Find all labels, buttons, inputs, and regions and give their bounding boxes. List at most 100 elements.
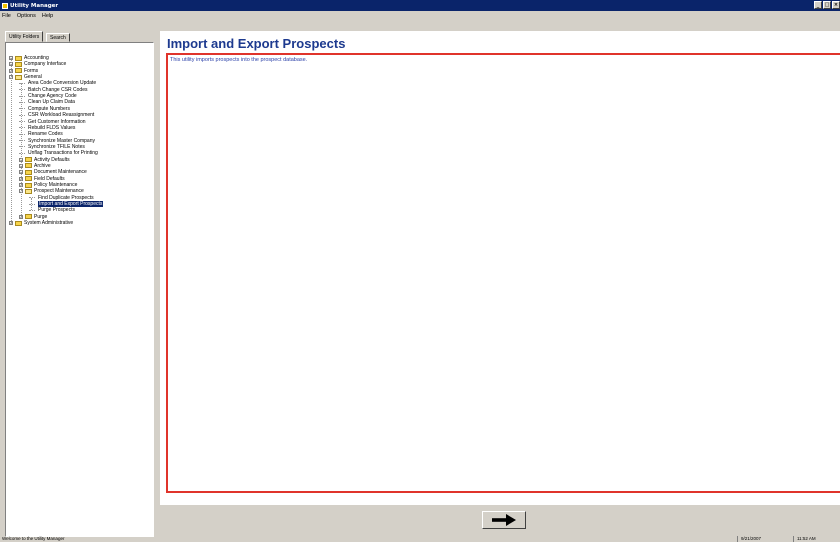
folder-icon [25,169,32,175]
tree-item[interactable]: + Policy Maintenance [19,182,77,188]
utility-tree[interactable]: + Accounting + Company Interface + Forms - Gene… [5,42,154,537]
tree-item[interactable]: Compute Numbers [19,106,70,112]
tree-item-label: Accounting [24,55,49,61]
tree-item[interactable]: + Purge [19,214,47,220]
maximize-button[interactable]: □ [823,1,831,9]
next-button[interactable] [482,511,526,529]
tree-item[interactable]: + Activity Defaults [19,157,70,163]
tree-item-label: Synchronize Master Company [28,137,95,144]
tree-item-label: System Administrative [24,220,74,227]
tree-item[interactable]: Clean Up Claim Data [19,99,75,105]
tree-item-label: General [24,74,42,81]
tree-item-label: Company Interface [24,61,67,68]
tree-guide-line [31,197,32,211]
utility-description: This utility imports prospects into the … [170,57,308,63]
tree-item[interactable]: - General [9,74,42,80]
menu-bar: File Options Help [0,11,840,21]
close-button[interactable]: × [832,1,840,9]
tree-item-label: Activity Defaults [34,156,70,163]
tree-item-label: Archive [34,162,51,169]
tree-item-label: Area Code Conversion Update [28,80,97,87]
folder-icon [25,157,32,163]
tree-item-label: Clean Up Claim Data [28,99,75,106]
left-pane: Utility Folders Search + Accounting + Compa… [5,31,154,537]
tree-connector [19,127,25,129]
tree-guide-line [21,83,22,217]
tree-item[interactable]: Change Agency Code [19,93,77,99]
tree-item[interactable]: + Company Interface [9,61,66,67]
action-bar [160,505,840,536]
tree-connector [29,209,35,211]
tree-item[interactable]: Get Customer Information [19,119,86,125]
left-tabs: Utility Folders Search [5,31,154,42]
status-message: Welcome to the Utility Manager [2,536,65,541]
tree-item[interactable]: + Archive [19,163,51,169]
tree-item-label: Batch Change CSR Codes [28,86,88,93]
tree-connector [19,121,25,122]
tree-connector [19,101,25,103]
window-title: Utility Manager [10,2,59,9]
menu-options[interactable]: Options [14,13,39,19]
minimize-button[interactable]: _ [814,1,822,9]
app-icon [2,2,8,9]
folder-icon [15,68,22,74]
tree-item[interactable]: + System Administrative [9,220,73,226]
tree-item[interactable]: Unflag Transactions for Printing [19,150,98,156]
tree-item[interactable]: CSR Workload Reassignment [19,112,94,118]
tree-item-label: Policy Maintenance [34,182,78,188]
tree-item[interactable]: Rename Codes [19,131,63,137]
tree-connector [19,89,25,91]
tree-item[interactable]: Find Duplicate Prospects [29,195,94,201]
tree-item[interactable]: Batch Change CSR Codes [19,87,87,93]
tree-connector [19,114,25,116]
tree-item-label: CSR Workload Reassignment [28,112,95,119]
tree-item-label: Field Defaults [34,175,65,182]
tree-item-label: Purge [34,213,48,220]
folder-icon [25,214,32,220]
tree-item-label: Forms [24,67,39,74]
tree-item[interactable]: Synchronize Master Company [19,138,95,144]
status-time: 11:52 AM [797,536,816,541]
tree-item[interactable]: Rebuild FLDS Values [19,125,75,131]
tree-item[interactable]: - Prospect Maintenance [19,188,84,194]
tree-connector [19,140,25,142]
tree-item-label: Import and Export Prospects [38,201,104,208]
open-folder-icon [15,74,22,80]
tree-item-label: Compute Numbers [28,105,70,112]
tree-item-label: Synchronize TFILE Notes [28,143,85,150]
tree-connector [19,152,25,154]
menu-file[interactable]: File [0,13,14,19]
tree-item[interactable]: + Document Maintenance [19,169,87,175]
status-bar: Welcome to the Utility Manager 9/21/2007… [0,536,840,542]
folder-icon [15,55,22,61]
tree-connector [19,108,25,110]
folder-icon [15,61,22,67]
tree-connector [29,197,35,199]
tree-item[interactable]: + Forms [9,68,38,74]
tab-utility-folders[interactable]: Utility Folders [5,31,44,42]
status-divider [793,536,794,542]
tree-item[interactable]: Synchronize TFILE Notes [19,144,85,150]
utility-content-frame: This utility imports prospects into the … [166,53,840,493]
page-title: Import and Export Prospects [167,36,346,51]
menu-help[interactable]: Help [39,13,56,19]
tree-connector [19,133,25,135]
tree-item[interactable]: Import and Export Prospects [29,201,104,208]
tree-item-label: Document Maintenance [34,169,87,176]
folder-icon [15,220,22,226]
tree-item-label: Find Duplicate Prospects [38,194,94,201]
tree-item[interactable]: + Field Defaults [19,176,65,182]
folder-icon [25,182,32,188]
tree-connector [19,146,25,148]
tree-connector [19,95,25,97]
status-date: 9/21/2007 [741,536,762,541]
tab-search[interactable]: Search [46,33,70,42]
tree-item[interactable]: + Accounting [9,55,49,61]
status-divider [737,536,738,542]
tree-item[interactable]: Purge Prospects [29,207,75,213]
tree-item[interactable]: Area Code Conversion Update [19,80,96,86]
right-arrow-icon [492,514,516,526]
tree-connector [29,203,35,205]
tree-item-label: Get Customer Information [28,118,86,125]
open-folder-icon [25,188,32,194]
